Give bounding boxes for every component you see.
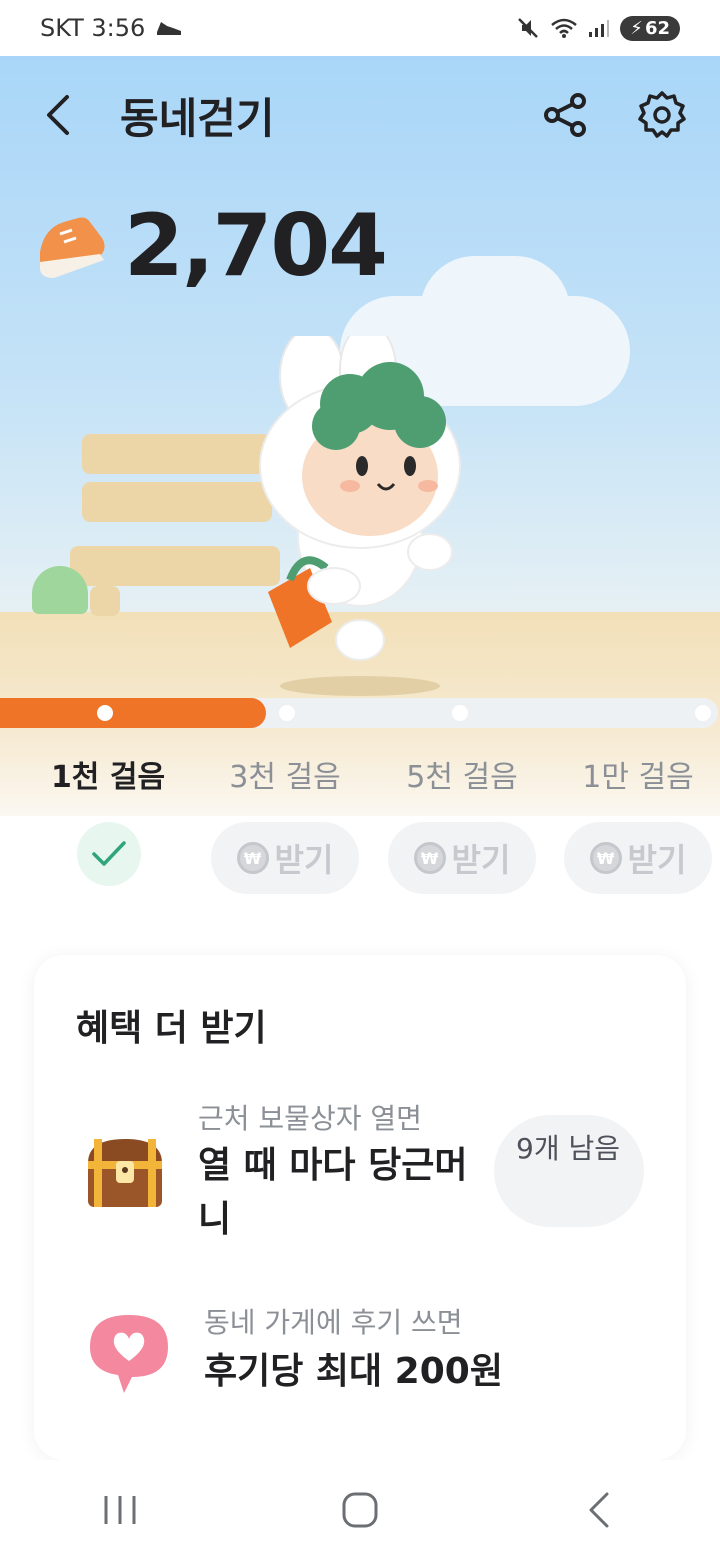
wifi-icon: [551, 18, 578, 38]
won-coin-icon: ₩: [589, 842, 622, 874]
step-count: 2,704: [124, 196, 388, 296]
back-button[interactable]: [30, 87, 86, 143]
nav-back-button[interactable]: [570, 1480, 630, 1540]
rabbit-character-illustration: [259, 336, 461, 696]
gear-icon: [638, 91, 686, 138]
benefit-main-text: 후기당 최대 200원: [204, 1351, 503, 1392]
bench-illustration: [82, 434, 272, 474]
milestone-5k: 5천 걸음: [406, 760, 518, 795]
recent-apps-button[interactable]: [90, 1480, 150, 1540]
progress-dot-3k: [279, 705, 295, 721]
reward-claimed-1k: [77, 822, 141, 886]
benefit-main-text: 열 때 마다 당근머니: [198, 1145, 468, 1240]
status-bar: SKT 3:56 ⚡ 62: [0, 0, 720, 56]
bush-illustration: [32, 566, 88, 614]
share-button[interactable]: [538, 87, 594, 143]
app-bar: 동네걷기: [0, 56, 720, 174]
treasure-chest-icon: [88, 1139, 162, 1207]
claim-label: 받기: [274, 841, 334, 879]
step-counter: 2,704: [34, 196, 388, 296]
progress-dot-5k: [452, 705, 468, 721]
claim-button-5k[interactable]: ₩ 받기: [388, 822, 536, 894]
bench-plank: [82, 482, 272, 522]
settings-button[interactable]: [634, 87, 690, 143]
back-icon: [589, 1492, 609, 1528]
home-icon: [342, 1492, 378, 1528]
milestone-10k: 1만 걸음: [582, 760, 694, 795]
recent-apps-icon: [104, 1496, 136, 1524]
won-coin-icon: ₩: [236, 842, 269, 874]
step-progress-bar: [0, 698, 718, 728]
check-icon: [92, 841, 126, 866]
heart-speech-bubble-icon: [90, 1315, 168, 1393]
home-button[interactable]: [330, 1480, 390, 1540]
remaining-count-badge: 9개 남음: [494, 1115, 644, 1227]
signal-icon: [589, 20, 610, 37]
milestone-labels: 1천 걸음 3천 걸음 5천 걸음 1만 걸음: [0, 752, 720, 795]
step-progress-fill: [0, 698, 266, 728]
battery-level: 62: [644, 17, 670, 39]
bench-seat: [70, 546, 280, 586]
benefit-subtitle: 동네 가게에 후기 쓰면: [204, 1306, 463, 1339]
bench-leg: [90, 586, 120, 616]
reward-buttons-row: ₩ 받기 ₩ 받기 ₩ 받기: [0, 822, 720, 896]
share-icon: [544, 93, 586, 137]
sneaker-icon: [40, 217, 105, 278]
claim-button-3k[interactable]: ₩ 받기: [211, 822, 359, 894]
system-nav-bar: [0, 1460, 720, 1560]
won-coin-icon: ₩: [413, 842, 446, 874]
back-arrow-icon: [47, 95, 69, 135]
benefit-subtitle: 근처 보물상자 열면: [198, 1102, 422, 1135]
milestone-1k: 1천 걸음: [50, 760, 166, 795]
hero-section: 동네걷기 2,704 1천 걸음 3천 걸음 5천 걸음 1만 걸음: [0, 56, 720, 816]
milestone-3k: 3천 걸음: [229, 760, 341, 795]
page-title: 동네걷기: [120, 93, 275, 143]
benefits-title: 혜택 더 받기: [76, 1008, 267, 1049]
claim-label: 받기: [451, 841, 511, 879]
progress-dot-1k: [97, 705, 113, 721]
claim-button-10k[interactable]: ₩ 받기: [564, 822, 712, 894]
carrier-time: SKT 3:56: [40, 14, 146, 42]
shoe-icon: [157, 22, 182, 35]
battery-icon: ⚡ 62: [620, 15, 680, 41]
mute-icon: [518, 18, 539, 38]
claim-label: 받기: [627, 841, 687, 879]
progress-dot-10k: [695, 705, 711, 721]
benefits-card: 혜택 더 받기 근처 보물상자 열면 열 때 마다 당근머니 9개 남음 동네 …: [34, 955, 686, 1460]
